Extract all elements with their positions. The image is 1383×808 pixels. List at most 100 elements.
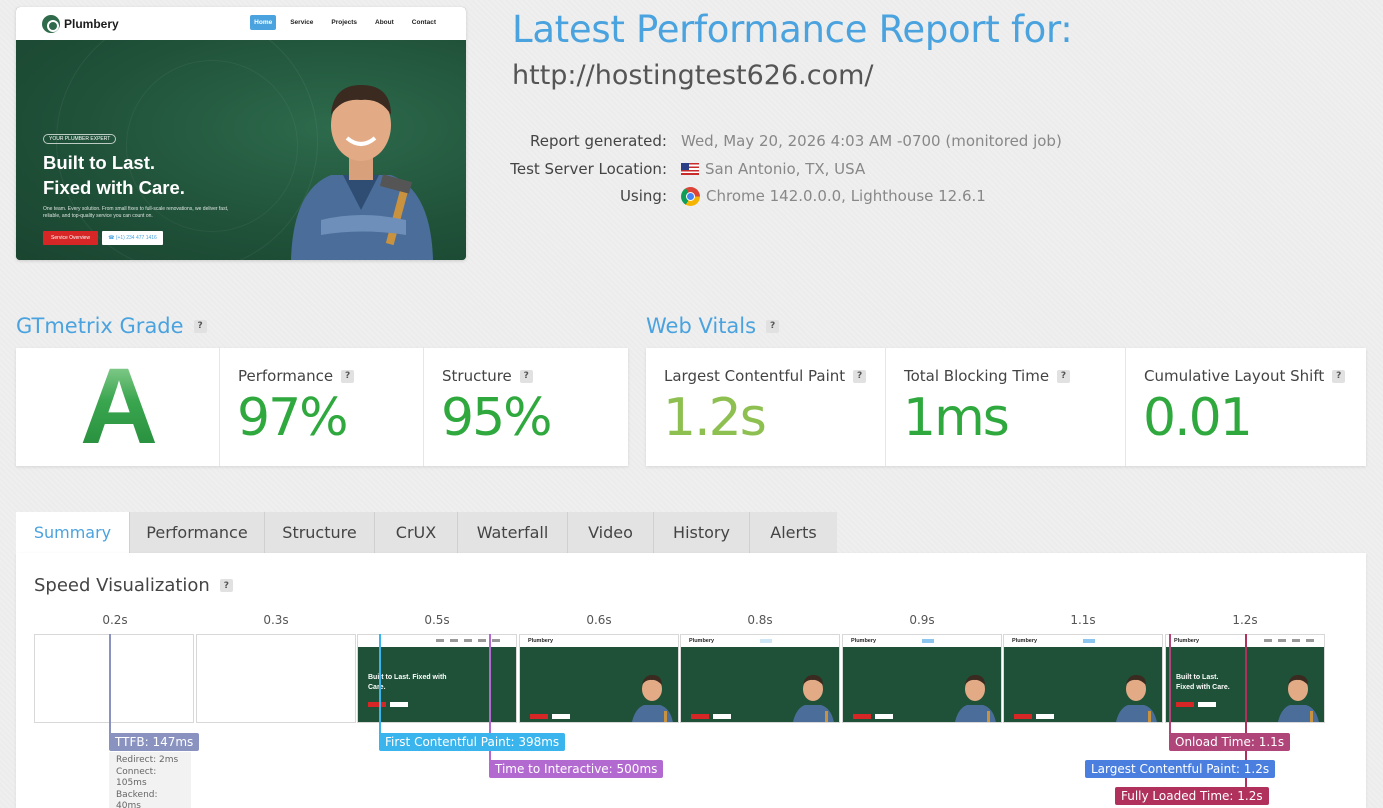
- frame-time-label: 0.6s: [586, 613, 612, 627]
- tab-performance[interactable]: Performance: [130, 512, 265, 553]
- screenshot-tag: YOUR PLUMBER EXPERT: [43, 134, 117, 144]
- frame-logo: Plumbery: [528, 638, 554, 644]
- frame-logo: Plumbery: [1174, 638, 1200, 644]
- structure-label: Structure: [442, 367, 512, 385]
- frame-person-icon: [631, 675, 673, 722]
- help-icon[interactable]: ?: [219, 579, 233, 592]
- ttfb-marker[interactable]: TTFB: 147ms: [109, 733, 200, 751]
- report-generated-row: Wed, May 20, 2026 4:03 AM -0700 (monitor…: [681, 128, 1062, 156]
- filmstrip-frame[interactable]: Plumbery: [519, 634, 679, 723]
- plumber-person-icon: [291, 85, 433, 260]
- us-flag-icon: [681, 163, 699, 176]
- help-icon[interactable]: ?: [193, 319, 207, 333]
- fully-loaded-marker[interactable]: Fully Loaded Time: 1.2s: [1115, 787, 1269, 805]
- frame-headline: Built to Last. Fixed with Care.: [1176, 674, 1230, 691]
- tab-structure[interactable]: Structure: [265, 512, 375, 553]
- help-icon[interactable]: ?: [853, 369, 867, 383]
- frame-logo: Plumbery: [1012, 638, 1038, 644]
- lcp-label: Largest Contentful Paint: [664, 367, 846, 385]
- screenshot-headline-line2: Fixed with Care.: [43, 177, 185, 198]
- onload-marker[interactable]: Onload Time: 1.1s: [1169, 733, 1291, 751]
- lcp-marker[interactable]: Largest Contentful Paint: 1.2s: [1085, 760, 1276, 778]
- report-meta-labels: Report generated: Test Server Location: …: [480, 128, 667, 211]
- web-vitals-heading: Web Vitals ?: [646, 314, 780, 338]
- tab-crux[interactable]: CrUX: [375, 512, 458, 553]
- tab-waterfall[interactable]: Waterfall: [458, 512, 568, 553]
- filmstrip-frame[interactable]: Plumbery: [842, 634, 1002, 723]
- report-url[interactable]: http://hostingtest626.com/: [512, 60, 873, 91]
- plumbery-logo-icon: [42, 15, 60, 33]
- frame-person-icon: [954, 675, 996, 722]
- fcp-marker[interactable]: First Contentful Paint: 398ms: [379, 733, 566, 751]
- performance-label: Performance: [238, 367, 334, 385]
- frame-time-label: 0.5s: [424, 613, 450, 627]
- performance-label-wrap: Performance ?: [238, 367, 355, 385]
- cls-label: Cumulative Layout Shift: [1144, 367, 1325, 385]
- help-icon[interactable]: ?: [766, 319, 780, 333]
- lcp-label-wrap: Largest Contentful Paint ?: [664, 367, 867, 385]
- filmstrip-frame-blank[interactable]: [34, 634, 194, 723]
- using-row: Chrome 142.0.0.0, Lighthouse 12.6.1: [681, 183, 1062, 211]
- backend-time: Backend: 40ms: [116, 789, 158, 808]
- report-tabs: Summary Performance Structure CrUX Water…: [16, 512, 837, 553]
- report-meta-values: Wed, May 20, 2026 4:03 AM -0700 (monitor…: [681, 128, 1062, 211]
- performance-value: 97%: [237, 388, 349, 448]
- ttfb-breakdown: Redirect: 2ms Connect: 105ms Backend: 40…: [109, 752, 191, 808]
- frame-person-icon: [1277, 675, 1319, 722]
- cls-label-wrap: Cumulative Layout Shift ?: [1144, 367, 1346, 385]
- tbt-cell: Total Blocking Time ? 1ms: [886, 348, 1126, 466]
- web-vitals-card: Largest Contentful Paint ? 1.2s Total Bl…: [646, 348, 1366, 466]
- structure-label-wrap: Structure ?: [442, 367, 533, 385]
- filmstrip-frame[interactable]: Plumbery: [680, 634, 840, 723]
- web-vitals-title[interactable]: Web Vitals: [646, 314, 756, 338]
- frame-person-icon: [792, 675, 834, 722]
- onload-marker-line: [1169, 634, 1171, 734]
- filmstrip-frame-blank[interactable]: [196, 634, 356, 723]
- frame-person-icon: [1115, 675, 1157, 722]
- screenshot-menu-service: Service: [290, 19, 314, 26]
- grade-letter: A: [80, 345, 158, 466]
- tbt-value: 1ms: [903, 388, 1010, 448]
- test-location-row: San Antonio, TX, USA: [681, 156, 1062, 184]
- gtmetrix-grade-title[interactable]: GTmetrix Grade: [16, 314, 184, 338]
- gtmetrix-grade-heading: GTmetrix Grade ?: [16, 314, 207, 338]
- screenshot-hero: YOUR PLUMBER EXPERT Built to Last. Fixed…: [16, 10, 466, 260]
- tab-alerts[interactable]: Alerts: [750, 512, 837, 553]
- tbt-label: Total Blocking Time: [904, 367, 1050, 385]
- connect-time: Connect: 105ms: [116, 766, 157, 789]
- cls-cell: Cumulative Layout Shift ? 0.01: [1126, 348, 1366, 466]
- frame-time-label: 1.1s: [1070, 613, 1096, 627]
- help-icon[interactable]: ?: [519, 369, 533, 383]
- help-icon[interactable]: ?: [341, 369, 355, 383]
- cls-value: 0.01: [1143, 388, 1253, 448]
- screenshot-logo: Plumbery: [42, 15, 119, 33]
- lcp-cell: Largest Contentful Paint ? 1.2s: [646, 348, 886, 466]
- screenshot-menu-projects: Projects: [331, 19, 358, 26]
- tab-summary[interactable]: Summary: [16, 512, 130, 553]
- screenshot-phone-button: ☎ (+1) 234 477 1416: [102, 231, 163, 245]
- redirect-time: Redirect: 2ms: [116, 755, 179, 765]
- tti-marker[interactable]: Time to Interactive: 500ms: [489, 760, 664, 778]
- speed-visualization-title: Speed Visualization: [34, 575, 210, 596]
- tab-video[interactable]: Video: [568, 512, 654, 553]
- tab-history[interactable]: History: [654, 512, 750, 553]
- lcp-value: 1.2s: [663, 388, 767, 448]
- screenshot-headline-line1: Built to Last.: [43, 152, 156, 173]
- filmstrip-frame[interactable]: Plumbery: [1003, 634, 1163, 723]
- report-generated-label: Report generated:: [529, 132, 667, 150]
- fcp-marker-line: [379, 634, 381, 734]
- grade-card: A Performance ? 97% Structure ? 95%: [16, 348, 628, 466]
- structure-cell: Structure ? 95%: [424, 348, 628, 466]
- screenshot-menu: Home Service Projects About Contact: [250, 15, 440, 30]
- help-icon[interactable]: ?: [1057, 369, 1071, 383]
- frame-time-label: 0.8s: [747, 613, 773, 627]
- structure-value: 95%: [441, 388, 553, 448]
- screenshot-subtext: One team. Every solution. From small fix…: [43, 206, 229, 219]
- frame-logo: Plumbery: [689, 638, 715, 644]
- help-icon[interactable]: ?: [1332, 369, 1346, 383]
- speed-visualization-heading: Speed Visualization ?: [34, 575, 233, 596]
- screenshot-menu-contact: Contact: [411, 19, 436, 26]
- ttfb-marker-line: [109, 634, 111, 734]
- filmstrip-frame[interactable]: Built to Last. Fixed with Care.: [357, 634, 517, 723]
- screenshot-logo-text: Plumbery: [64, 17, 119, 31]
